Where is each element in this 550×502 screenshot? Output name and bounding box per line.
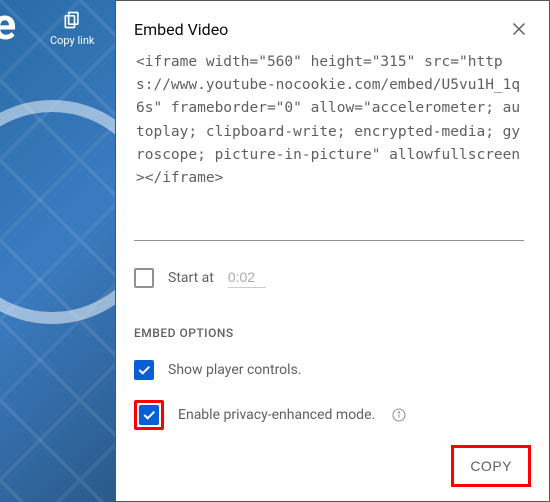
video-thumbnail-panel: ure Copy link bbox=[0, 0, 115, 502]
start-at-time-input[interactable] bbox=[228, 267, 266, 288]
start-at-label: Start at bbox=[168, 270, 214, 286]
info-icon[interactable] bbox=[391, 407, 407, 423]
check-icon bbox=[141, 407, 157, 423]
annotation-highlight: COPY bbox=[451, 445, 531, 487]
privacy-mode-label: Enable privacy-enhanced mode. bbox=[178, 407, 375, 423]
copy-button[interactable]: COPY bbox=[456, 450, 526, 482]
player-controls-checkbox[interactable] bbox=[134, 360, 154, 380]
thumbnail-text-fragment: ure bbox=[0, 0, 16, 50]
close-button[interactable] bbox=[507, 17, 531, 41]
embed-options-heading: EMBED OPTIONS bbox=[134, 326, 543, 340]
dialog-header: Embed Video bbox=[116, 1, 549, 51]
embed-video-dialog: Embed Video Start at EMBED OPTIONS Show … bbox=[115, 0, 550, 502]
player-controls-label: Show player controls. bbox=[168, 362, 302, 378]
dialog-body[interactable]: Start at EMBED OPTIONS Show player contr… bbox=[116, 51, 549, 435]
copy-link-share-option[interactable]: Copy link bbox=[50, 10, 94, 47]
embed-code-textarea[interactable] bbox=[134, 51, 524, 241]
start-at-row: Start at bbox=[134, 267, 543, 288]
privacy-mode-option: Enable privacy-enhanced mode. bbox=[134, 400, 543, 430]
copy-link-label: Copy link bbox=[50, 34, 94, 47]
close-icon bbox=[508, 18, 530, 40]
start-at-checkbox[interactable] bbox=[134, 268, 154, 288]
privacy-mode-checkbox[interactable] bbox=[139, 405, 159, 425]
dialog-footer: COPY bbox=[116, 435, 549, 501]
dialog-title: Embed Video bbox=[134, 20, 228, 39]
player-controls-option: Show player controls. bbox=[134, 360, 543, 380]
copy-link-icon bbox=[62, 10, 82, 30]
check-icon bbox=[136, 362, 152, 378]
annotation-highlight bbox=[134, 400, 164, 430]
